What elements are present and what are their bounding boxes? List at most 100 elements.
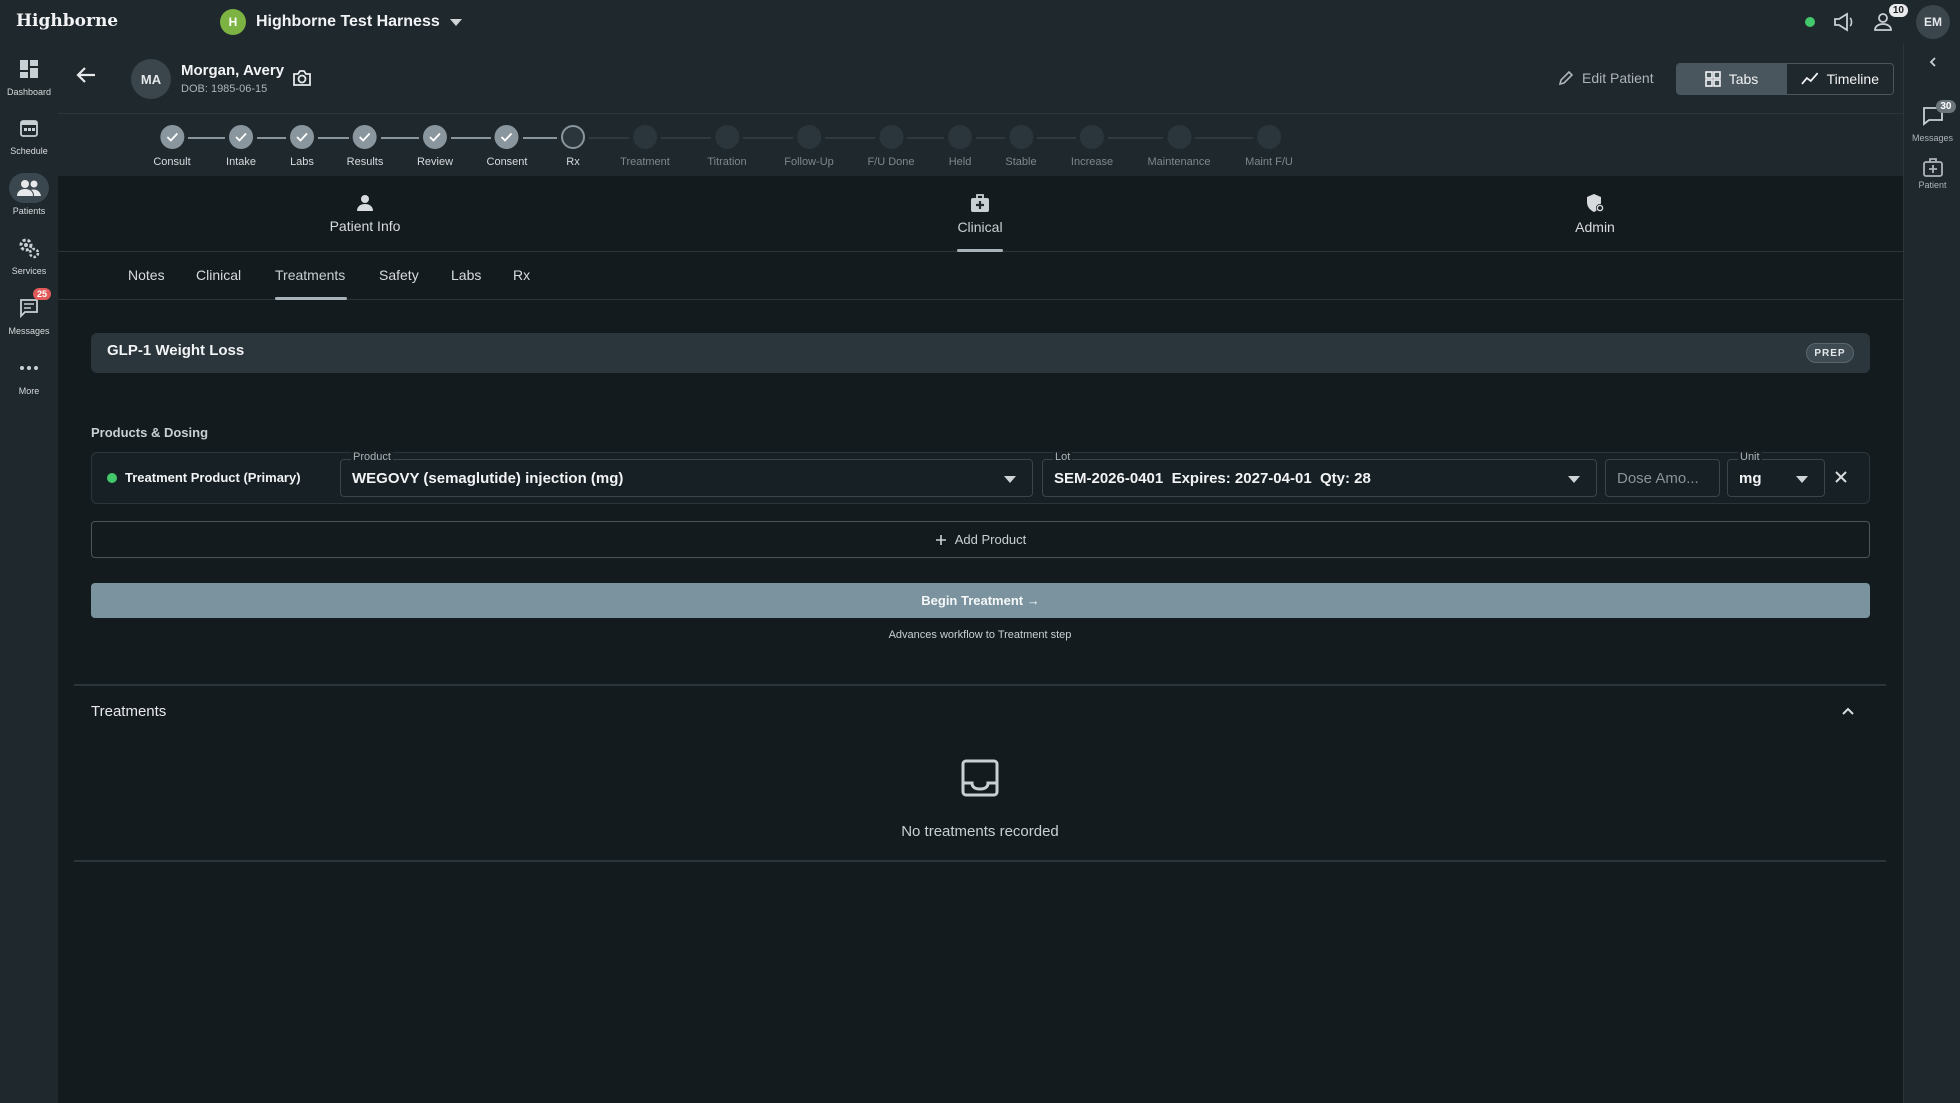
nav-dashboard[interactable]: Dashboard (0, 54, 58, 97)
chevron-down-icon (1004, 476, 1016, 483)
edit-patient-label: Edit Patient (1582, 70, 1654, 86)
step-dot (948, 125, 972, 149)
workflow-step[interactable]: Results (346, 114, 384, 168)
nav-label: Patients (12, 206, 46, 216)
check-icon (353, 125, 377, 149)
nav-more[interactable]: More (0, 353, 58, 396)
chevron-down-icon (1796, 476, 1808, 483)
nav-patients[interactable]: Patients (0, 173, 58, 216)
nav-services[interactable]: Services (0, 233, 58, 276)
tab-patient-info[interactable]: Patient Info (290, 176, 440, 252)
workflow-stepper: Consult Intake Labs Results Review Consent Rx T… (58, 114, 1903, 176)
org-switcher[interactable]: H Highborne Test Harness (220, 9, 462, 35)
tabs-view-button[interactable]: Tabs (1677, 64, 1786, 94)
nav-label: More (18, 386, 40, 396)
nav-messages[interactable]: 25 Messages (0, 288, 58, 336)
subtab-safety[interactable]: Safety (379, 267, 419, 283)
workflow-step[interactable]: Follow-Up (784, 114, 834, 168)
main-tabs: Patient Info Clinical Admin (58, 176, 1903, 252)
lot-select[interactable]: Lot SEM-2026-0401 Expires: 2027-04-01 Qt… (1042, 451, 1597, 497)
begin-treatment-button[interactable]: Begin Treatment → (91, 583, 1870, 618)
nav-schedule[interactable]: Schedule (0, 113, 58, 156)
step-label: Labs (290, 156, 314, 168)
step-label: Review (416, 156, 454, 168)
workflow-step[interactable]: Treatment (620, 114, 670, 168)
workflow-step[interactable]: Consent (487, 114, 527, 168)
subtab-labs[interactable]: Labs (451, 267, 481, 283)
treatments-section-title: Treatments (91, 703, 167, 720)
camera-icon[interactable] (292, 69, 312, 92)
org-name: Highborne Test Harness (256, 13, 440, 30)
check-icon (290, 125, 314, 149)
online-status-dot (1805, 17, 1815, 27)
step-label: Increase (1070, 156, 1114, 168)
subtab-clinical[interactable]: Clinical (196, 267, 241, 283)
subtab-notes[interactable]: Notes (128, 267, 165, 283)
workflow-step[interactable]: Consult (153, 114, 191, 168)
add-product-button[interactable]: Add Product (91, 521, 1870, 558)
step-label: Follow-Up (784, 156, 834, 168)
right-rail-label: Patient (1918, 180, 1947, 190)
program-title: GLP-1 Weight Loss (107, 342, 245, 359)
step-dot (561, 125, 585, 149)
workflow-step[interactable]: Increase (1071, 114, 1113, 168)
status-badge: PREP (1806, 343, 1854, 363)
subtab-treatments[interactable]: Treatments (275, 267, 345, 283)
check-icon (159, 125, 184, 149)
nav-label: Schedule (10, 146, 48, 156)
plus-icon (935, 534, 946, 545)
step-label: Results (346, 156, 384, 168)
workflow-step[interactable]: Stable (1005, 114, 1037, 168)
workflow-step[interactable]: Intake (226, 114, 256, 168)
chevron-left-icon (1929, 57, 1936, 67)
step-dot (632, 125, 657, 149)
workflow-step[interactable]: Rx (561, 114, 585, 168)
product-select[interactable]: Product WEGOVY (semaglutide) injection (… (340, 451, 1033, 497)
user-notifications-icon[interactable]: 10 (1872, 4, 1908, 34)
timeline-view-button[interactable]: Timeline (1786, 64, 1893, 94)
close-icon[interactable] (1832, 468, 1850, 486)
right-messages-badge: 30 (1936, 100, 1956, 113)
workflow-step[interactable]: Held (948, 114, 972, 168)
tabs-view-label: Tabs (1728, 71, 1759, 87)
tab-admin[interactable]: Admin (1520, 176, 1670, 252)
patient-name: Morgan, Avery (181, 62, 285, 79)
step-label: F/U Done (867, 156, 915, 168)
workflow-step[interactable]: Titration (707, 114, 747, 168)
check-icon (422, 125, 447, 149)
patient-avatar: MA (131, 59, 171, 99)
medical-bag-icon (1922, 158, 1943, 177)
right-rail-messages[interactable]: 30 Messages (1904, 100, 1960, 143)
more-icon (11, 353, 47, 383)
app-logo[interactable]: Highborne (16, 11, 118, 31)
person-icon (357, 195, 373, 211)
messages-badge: 25 (32, 288, 51, 300)
workflow-step[interactable]: F/U Done (867, 114, 915, 168)
workflow-step[interactable]: Maint F/U (1245, 114, 1293, 168)
products-section-title: Products & Dosing (91, 425, 209, 440)
step-connector (976, 137, 1005, 139)
right-rail-patient[interactable]: Patient (1904, 156, 1960, 190)
workflow-step[interactable]: Maintenance (1148, 114, 1211, 168)
subtab-rx[interactable]: Rx (513, 267, 530, 283)
right-rail-collapse[interactable] (1904, 56, 1960, 68)
patient-dob: DOB: 1985-06-15 (181, 83, 268, 95)
unit-select[interactable]: Unit mg (1727, 451, 1825, 497)
chevron-up-icon[interactable] (1840, 703, 1856, 724)
dose-amount-input[interactable] (1605, 459, 1720, 497)
workflow-step[interactable]: Review (417, 114, 453, 168)
timeline-view-label: Timeline (1826, 71, 1879, 87)
right-rail: 30 Messages Patient (1903, 44, 1960, 1103)
step-dot (796, 125, 821, 149)
nav-label: Dashboard (6, 87, 52, 97)
user-avatar[interactable]: EM (1916, 5, 1950, 39)
step-connector (523, 137, 557, 139)
workflow-step[interactable]: Labs (290, 114, 314, 168)
product-field-value: WEGOVY (semaglutide) injection (mg) (352, 470, 624, 487)
edit-patient-button[interactable]: Edit Patient (1558, 70, 1654, 86)
tab-clinical[interactable]: Clinical (905, 176, 1055, 252)
megaphone-icon[interactable] (1831, 10, 1857, 34)
program-card (91, 333, 1870, 373)
check-icon (229, 125, 253, 149)
back-arrow-icon[interactable] (75, 66, 97, 89)
